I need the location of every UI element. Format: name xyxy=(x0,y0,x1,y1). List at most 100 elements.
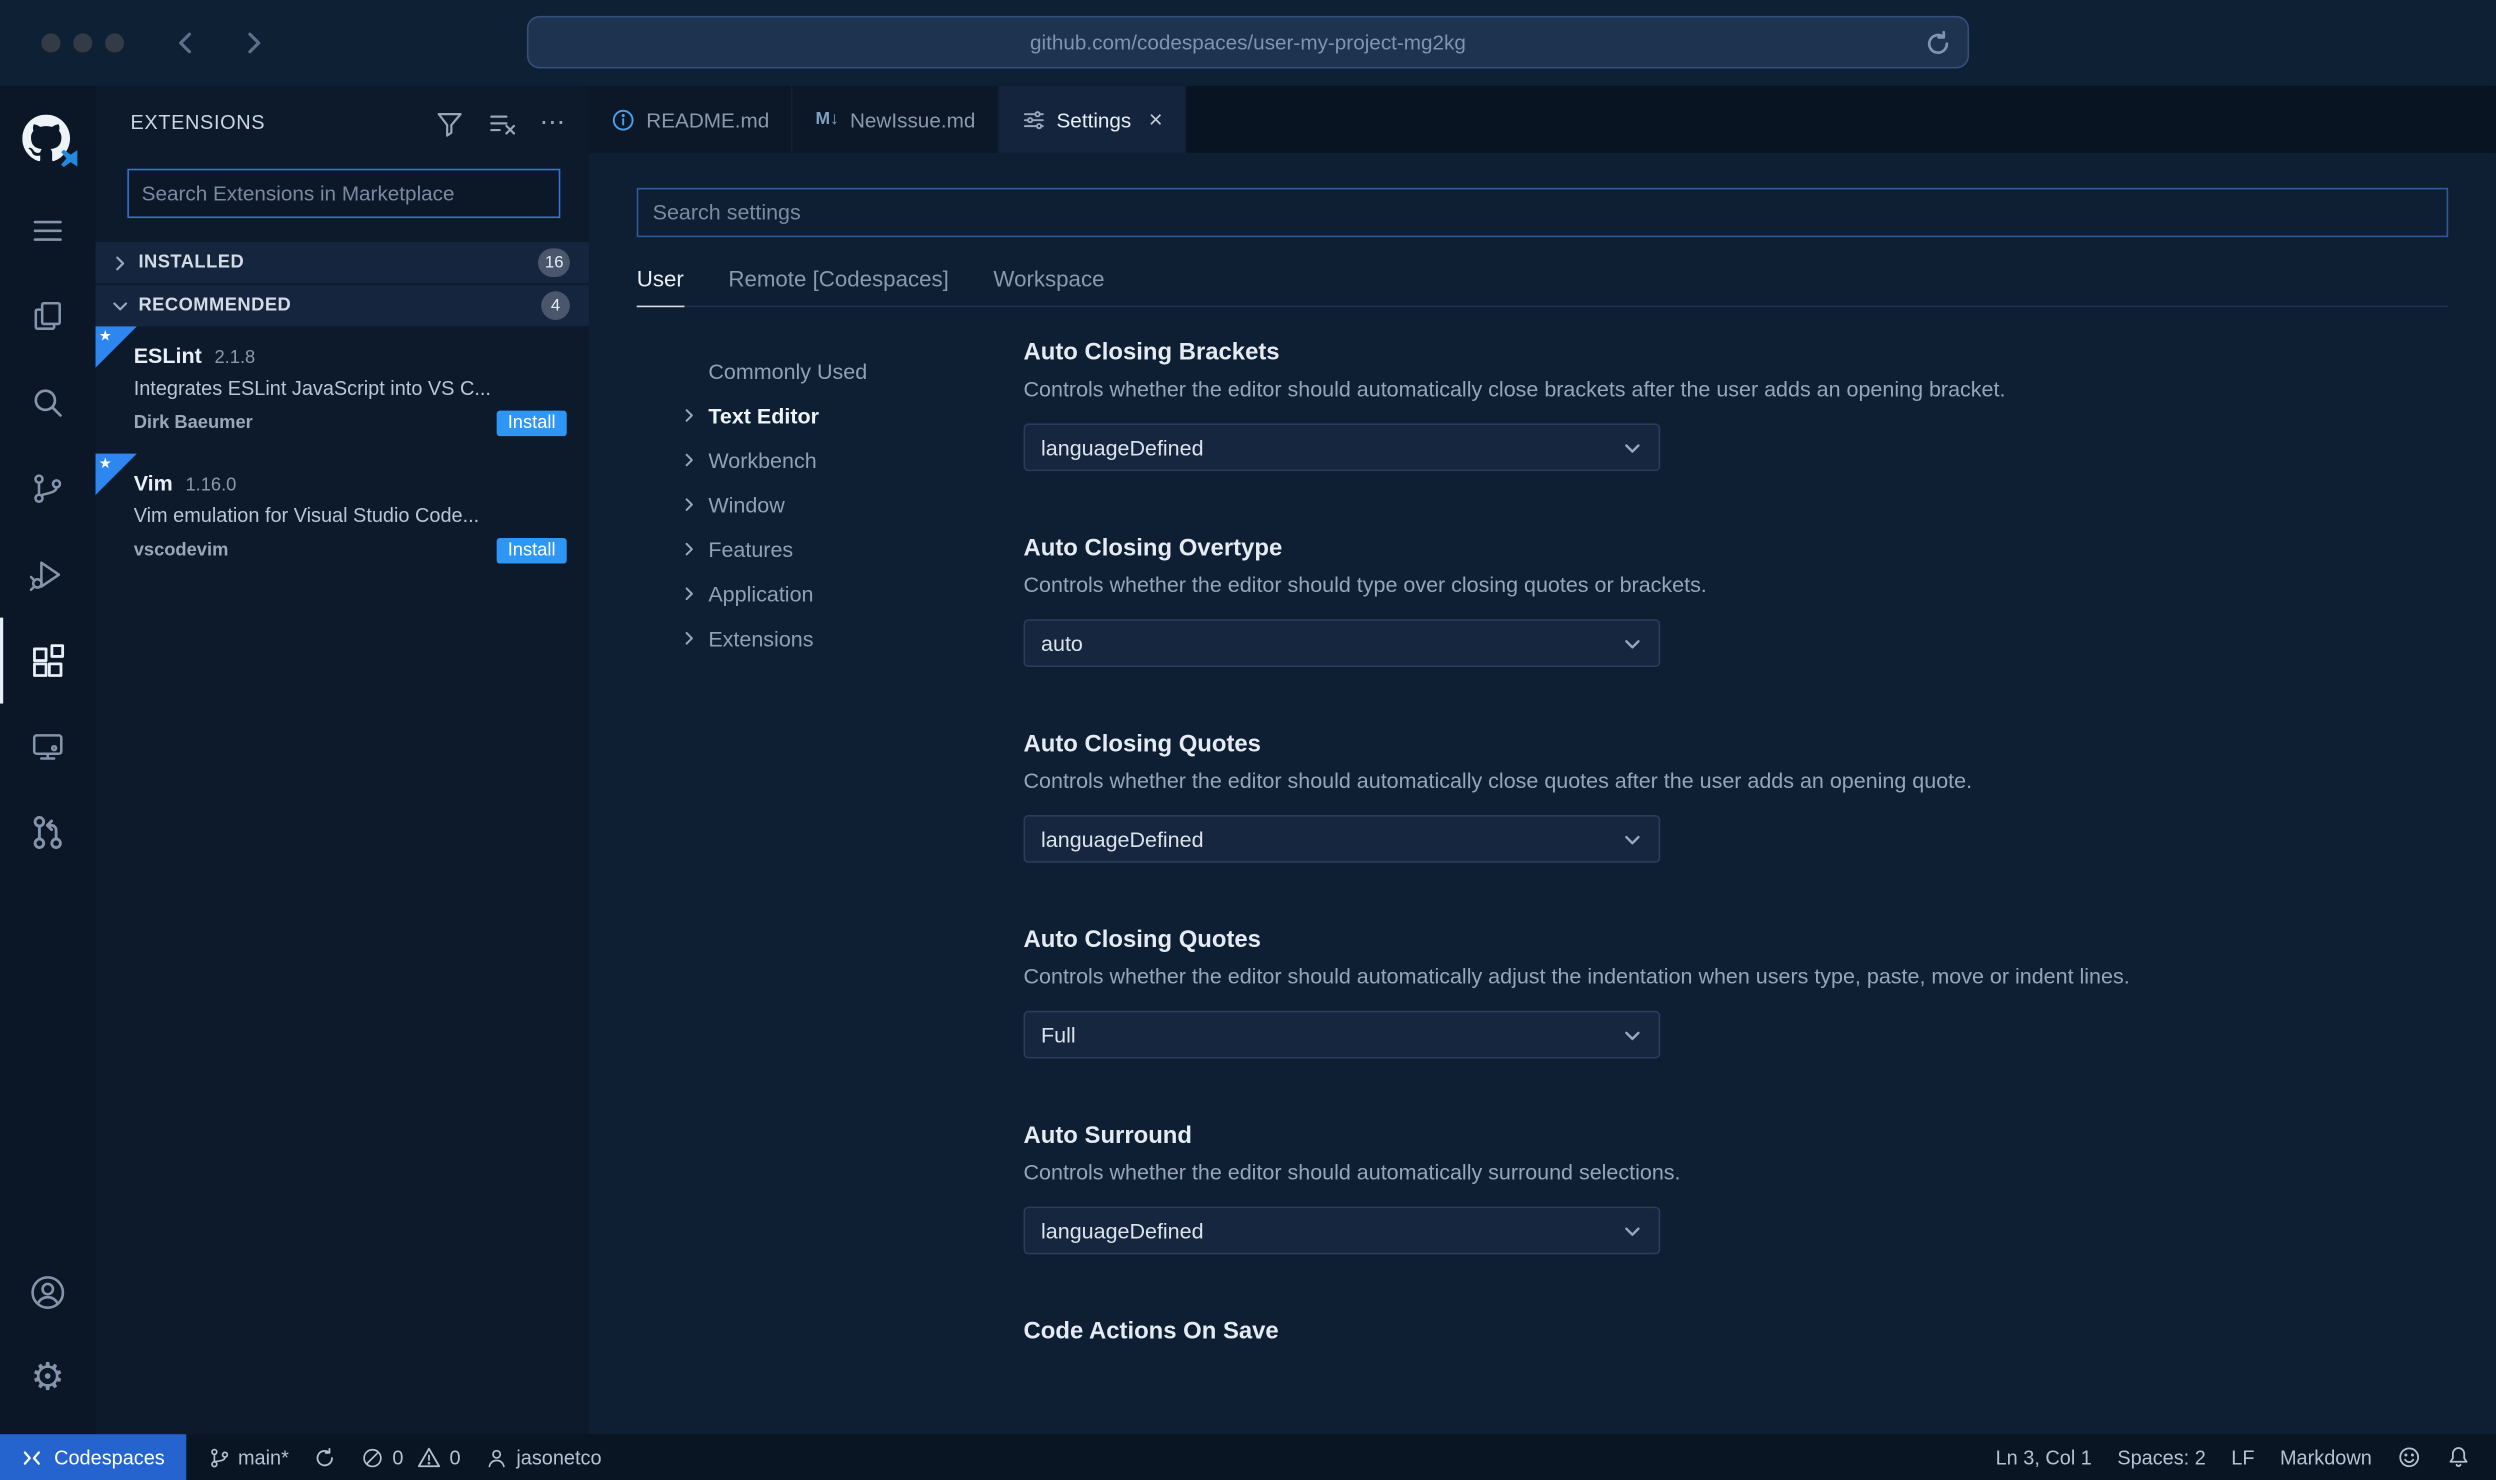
sync-status[interactable] xyxy=(302,1434,350,1480)
activity-bar-item-home[interactable] xyxy=(0,92,96,188)
extension-description: Integrates ESLint JavaScript into VS C..… xyxy=(133,377,491,400)
tab-newissue[interactable]: M↓ NewIssue.md xyxy=(793,85,1000,153)
extensions-search-input[interactable] xyxy=(127,168,561,219)
settings-scope-tabs: User Remote [Codespaces] Workspace xyxy=(636,266,2449,308)
warnings-icon xyxy=(418,1445,442,1469)
toc-item-application[interactable]: Application xyxy=(681,571,1023,616)
chevron-down-icon xyxy=(1622,1220,1643,1241)
extensions-icon xyxy=(28,641,68,681)
toc-label: Window xyxy=(708,492,785,517)
extension-description: Vim emulation for Visual Studio Code... xyxy=(133,504,480,527)
install-button[interactable]: Install xyxy=(496,410,567,437)
eol-selector[interactable]: LF xyxy=(2219,1434,2268,1480)
maximize-window-icon[interactable] xyxy=(105,33,125,53)
filter-icon[interactable] xyxy=(435,107,465,137)
toc-label: Features xyxy=(708,537,794,562)
extension-name: ESLint xyxy=(133,343,202,368)
codespaces-label: Codespaces xyxy=(54,1446,165,1469)
settings-gear-icon: ⚙ xyxy=(30,1356,65,1400)
tab-bar: README.md M↓ NewIssue.md Settings × xyxy=(588,85,2496,153)
minimize-window-icon[interactable] xyxy=(73,33,93,53)
tab-readme[interactable]: README.md xyxy=(588,85,794,153)
settings-search-input[interactable] xyxy=(636,187,2449,238)
close-tab-icon[interactable]: × xyxy=(1149,106,1163,133)
selected-value: auto xyxy=(1041,631,1083,656)
toc-item-commonly-used[interactable]: Commonly Used xyxy=(681,349,1023,394)
back-icon[interactable] xyxy=(172,29,201,58)
tab-label: Settings xyxy=(1056,107,1132,132)
language-mode[interactable]: Markdown xyxy=(2267,1434,2384,1480)
errors-icon xyxy=(362,1446,384,1468)
cursor-label: Ln 3, Col 1 xyxy=(1995,1446,2092,1469)
setting-title: Auto Closing Quotes xyxy=(1023,730,1261,758)
user-status[interactable]: jasonetco xyxy=(473,1434,614,1480)
activity-bar-item-account[interactable] xyxy=(0,1250,96,1336)
installed-count-badge: 16 xyxy=(538,248,570,277)
clear-extensions-icon[interactable] xyxy=(487,107,517,137)
setting-value-dropdown[interactable]: languageDefined xyxy=(1023,815,1661,863)
indent-label: Spaces: 2 xyxy=(2117,1446,2206,1469)
activity-bar-item-source-control[interactable] xyxy=(0,446,96,532)
feedback-smiley-icon xyxy=(2397,1445,2421,1469)
setting-description: Controls whether the editor should autom… xyxy=(1023,377,2006,402)
chevron-right-icon xyxy=(681,408,697,424)
activity-bar-item-menu[interactable] xyxy=(0,188,96,274)
activity-bar-item-remote-explorer[interactable] xyxy=(0,704,96,790)
activity-bar-item-extensions[interactable] xyxy=(0,617,96,704)
window-controls[interactable] xyxy=(41,33,125,53)
problems-status[interactable]: 0 0 xyxy=(349,1434,473,1480)
chevron-right-icon xyxy=(681,452,697,468)
activity-bar-item-settings[interactable]: ⚙ xyxy=(0,1336,96,1422)
scope-tab-remote[interactable]: Remote [Codespaces] xyxy=(728,266,949,306)
extensions-panel: EXTENSIONS ⋯ INSTALLED 16 xyxy=(95,85,589,1435)
setting-auto-closing-quotes: Auto Closing Quotes Controls whether the… xyxy=(1023,730,2496,863)
setting-value-dropdown[interactable]: auto xyxy=(1023,619,1661,667)
codespaces-remote-button[interactable]: Codespaces xyxy=(0,1434,186,1480)
install-button[interactable]: Install xyxy=(496,538,567,564)
notifications-button[interactable] xyxy=(2434,1434,2483,1480)
toc-item-text-editor[interactable]: Text Editor xyxy=(681,393,1023,438)
activity-bar-item-search[interactable] xyxy=(0,360,96,446)
settings-editor: User Remote [Codespaces] Workspace Commo… xyxy=(589,153,2496,1434)
indentation[interactable]: Spaces: 2 xyxy=(2105,1434,2219,1480)
setting-value-dropdown[interactable]: Full xyxy=(1023,1010,1661,1059)
account-icon xyxy=(27,1272,68,1313)
toc-item-features[interactable]: Features xyxy=(681,527,1023,572)
setting-title: Auto Surround xyxy=(1023,1122,1192,1150)
activity-bar-item-pull-requests[interactable] xyxy=(0,790,96,876)
info-icon xyxy=(611,107,635,131)
section-installed[interactable]: INSTALLED 16 xyxy=(95,241,589,284)
toc-label: Text Editor xyxy=(708,403,820,428)
close-window-icon[interactable] xyxy=(41,33,61,53)
activity-bar-item-run-debug[interactable] xyxy=(0,532,96,618)
selected-value: languageDefined xyxy=(1041,435,1204,460)
warning-count: 0 xyxy=(449,1446,461,1469)
browser-chrome: github.com/codespaces/user-my-project-mg… xyxy=(0,0,2496,86)
toc-label: Application xyxy=(708,581,814,606)
section-recommended[interactable]: RECOMMENDED 4 xyxy=(95,284,589,327)
chevron-down-icon xyxy=(1622,437,1643,458)
extension-list-item-vim[interactable]: ★ Vim 1.16.0 Vim emulation for Visual St… xyxy=(95,453,589,581)
scope-tab-workspace[interactable]: Workspace xyxy=(993,266,1104,306)
feedback-button[interactable] xyxy=(2385,1434,2434,1480)
scope-tab-user[interactable]: User xyxy=(636,266,684,308)
more-actions-icon[interactable]: ⋯ xyxy=(540,107,567,139)
reload-icon[interactable] xyxy=(1924,30,1951,57)
activity-bar-item-explorer[interactable] xyxy=(0,274,96,360)
toc-item-window[interactable]: Window xyxy=(681,482,1023,527)
chevron-down-icon xyxy=(1622,1024,1643,1045)
setting-value-dropdown[interactable]: languageDefined xyxy=(1023,423,1661,472)
cursor-position[interactable]: Ln 3, Col 1 xyxy=(1983,1434,2105,1480)
toc-item-workbench[interactable]: Workbench xyxy=(681,438,1023,483)
address-bar[interactable]: github.com/codespaces/user-my-project-mg… xyxy=(526,15,1970,69)
forward-icon[interactable] xyxy=(239,29,268,58)
tab-settings[interactable]: Settings × xyxy=(999,85,1187,153)
branch-label: main* xyxy=(237,1446,289,1469)
extension-list-item-eslint[interactable]: ★ ESLint 2.1.8 Integrates ESLint JavaScr… xyxy=(95,326,589,453)
setting-value-dropdown[interactable]: languageDefined xyxy=(1023,1206,1661,1255)
extension-version: 2.1.8 xyxy=(214,348,256,368)
recommended-count-badge: 4 xyxy=(541,291,570,320)
user-label: jasonetco xyxy=(516,1446,602,1469)
toc-item-extensions[interactable]: Extensions xyxy=(681,616,1023,661)
branch-status[interactable]: main* xyxy=(195,1434,302,1480)
